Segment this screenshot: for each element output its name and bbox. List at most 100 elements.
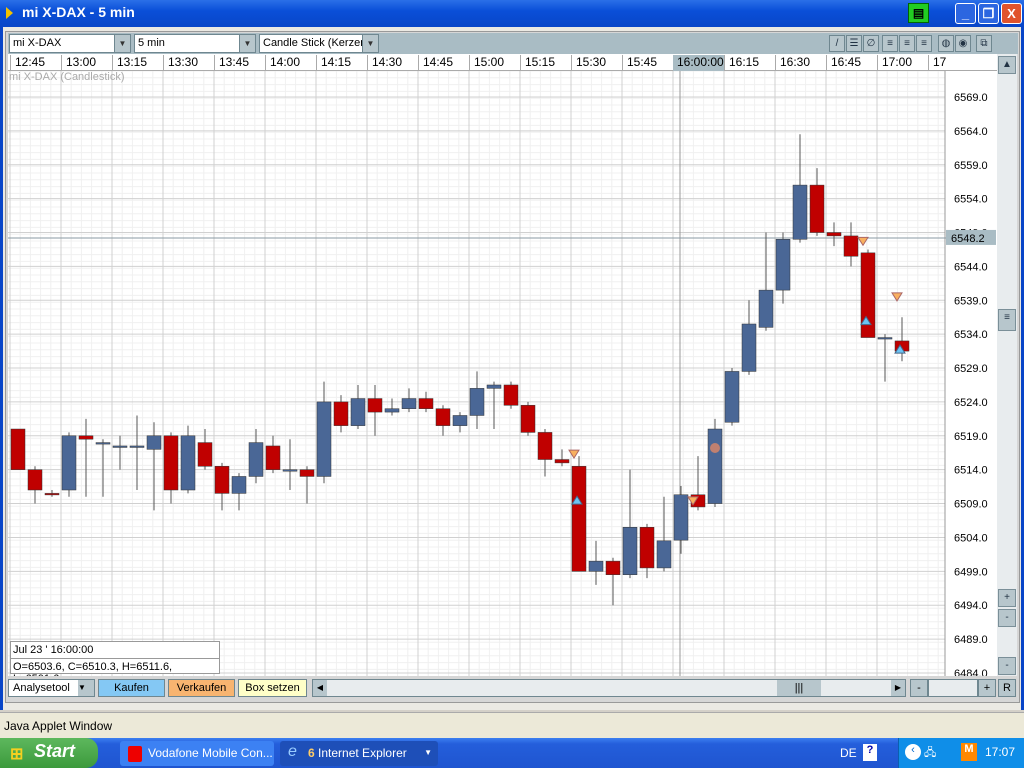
box-button[interactable]: Box setzen [238,679,307,697]
grid-lines-1-icon[interactable]: ≡ [882,35,898,52]
restore-button[interactable]: ❐ [978,3,999,24]
candle-body [775,239,791,291]
tray-app-icon[interactable]: M [961,743,977,761]
taskbar-item-vodafone[interactable]: Vodafone Mobile Con... [120,741,274,766]
time-tick-label: 13:15 [112,55,147,71]
time-tick-label: 15:45 [622,55,657,71]
grid-lines-2-icon[interactable]: ≡ [899,35,915,52]
reset-button[interactable]: R [998,679,1016,697]
candle-body [44,493,60,496]
time-tick-label: 16:45 [826,55,861,71]
horizontal-line-icon[interactable]: ☰ [846,35,862,52]
interval-select[interactable]: 5 min ▼ [134,34,256,53]
price-tick-label: 6554.0 [954,194,988,206]
language-indicator[interactable]: DE [840,746,857,760]
current-price-label: 6548.2 [951,233,985,245]
scroll-thumb[interactable]: ≡ [998,309,1016,331]
candle-body [571,466,587,572]
vertical-scrollbar[interactable]: ▲ ≡ + - - [997,54,1017,676]
minimize-button[interactable]: _ [955,3,976,24]
system-tray: ‹ 🖧 M 17:07 [898,738,1024,768]
candle-body [231,476,247,494]
ohlc-info-box: Jul 23 ' 16:00:00 O=6503.6, C=6510.3, H=… [10,641,220,676]
zoom-slider[interactable] [928,679,978,697]
candlestick-chart[interactable]: 6569.06564.06559.06554.06549.06544.06539… [8,71,998,676]
detach-window-icon[interactable]: ⧉ [976,35,992,52]
trendline-icon[interactable]: / [829,35,845,52]
price-tick-label: 6484.0 [954,668,988,676]
instrument-select[interactable]: mi X-DAX ▼ [9,34,131,53]
vodafone-icon [128,746,142,762]
time-tick-label: 16:00:00 [673,55,724,71]
time-axis: 12:45 13:00 13:15 13:30 13:45 14:00 14:15 14:30… [8,54,998,71]
zoom-in-icon[interactable]: ◍ [938,35,954,52]
price-tick-label: 6504.0 [954,532,988,544]
zoom-minus-button[interactable]: - [998,609,1016,627]
chevron-down-icon[interactable]: ▼ [114,35,130,52]
help-icon[interactable]: ? [863,744,877,761]
candle-body [27,469,43,491]
zoom-out-icon[interactable]: ◉ [955,35,971,52]
chart-type-select[interactable]: Candle Stick (Kerzen ▼ [259,34,379,53]
candle-body [248,442,264,477]
analysetool-select[interactable]: Analysetool ▼ [8,679,95,697]
candle-body [129,445,145,448]
chevron-down-icon[interactable]: ▼ [424,748,432,757]
close-button[interactable]: X [1001,3,1022,24]
sell-button[interactable]: Verkaufen [168,679,235,697]
candle-body [520,405,536,433]
windows-logo-icon: ⊞ [10,746,24,763]
grid-lines-3-icon[interactable]: ≡ [916,35,932,52]
time-tick-label: 16:30 [775,55,810,71]
candle-body [537,432,553,460]
time-tick-label: 17:00 [877,55,912,71]
time-tick-label: 13:30 [163,55,198,71]
taskbar: ⊞ Start Vodafone Mobile Con... e6 Interne… [0,738,1024,768]
candle-body [435,408,451,426]
print-icon[interactable]: ▤ [908,3,929,23]
start-button[interactable]: ⊞ Start [0,738,98,768]
candle-body [112,445,128,448]
candle-body [78,435,94,440]
tray-expand-icon[interactable]: ‹ [905,744,921,760]
scroll-up-button[interactable]: ▲ [998,56,1016,74]
chart-type-value: Candle Stick (Kerzen [263,37,367,49]
buy-button[interactable]: Kaufen [98,679,165,697]
time-tick-label: 14:00 [265,55,300,71]
time-tick-label: 12:45 [10,55,45,71]
candle-body [639,527,655,569]
sell-signal-marker [891,292,903,302]
candle-body [197,442,213,467]
candle-body [656,540,672,569]
zoom-in-button[interactable]: + [978,679,996,697]
scroll-down-button[interactable]: - [998,657,1016,675]
chevron-down-icon[interactable]: ▼ [362,35,378,52]
chart-area[interactable]: 6569.06564.06559.06554.06549.06544.06539… [8,71,998,676]
delete-line-icon[interactable]: ∅ [863,35,879,52]
clock: 17:07 [985,745,1016,759]
zoom-out-button[interactable]: - [910,679,928,697]
info-date: Jul 23 ' 16:00:00 [11,642,219,659]
app-icon [6,7,13,19]
status-bar: Java Applet Window [0,712,1024,738]
scroll-left-icon[interactable]: ◀ [313,680,327,696]
candle-body [554,459,570,464]
analysetool-label: Analysetool [13,682,70,694]
scroll-thumb-horizontal[interactable]: ||| [777,680,821,696]
chevron-down-icon[interactable]: ▼ [239,35,255,52]
price-tick-label: 6569.0 [954,92,988,104]
task2-label: Internet Explorer [318,746,407,760]
price-tick-label: 6494.0 [954,600,988,612]
network-icon[interactable]: 🖧 [924,744,936,763]
candle-body [214,466,230,494]
chevron-down-icon[interactable]: ▼ [78,680,94,696]
candle-body [588,560,604,572]
time-tick-label: 14:45 [418,55,453,71]
time-tick-label: 13:45 [214,55,249,71]
scroll-right-icon[interactable]: ▶ [891,680,905,696]
taskbar-item-ie[interactable]: e6 Internet Explorer ▼ [280,741,438,766]
zoom-plus-button[interactable]: + [998,589,1016,607]
price-tick-label: 6489.0 [954,634,988,646]
time-tick-label: 15:00 [469,55,504,71]
horizontal-scrollbar[interactable]: ◀ ||| ▶ [312,679,906,697]
